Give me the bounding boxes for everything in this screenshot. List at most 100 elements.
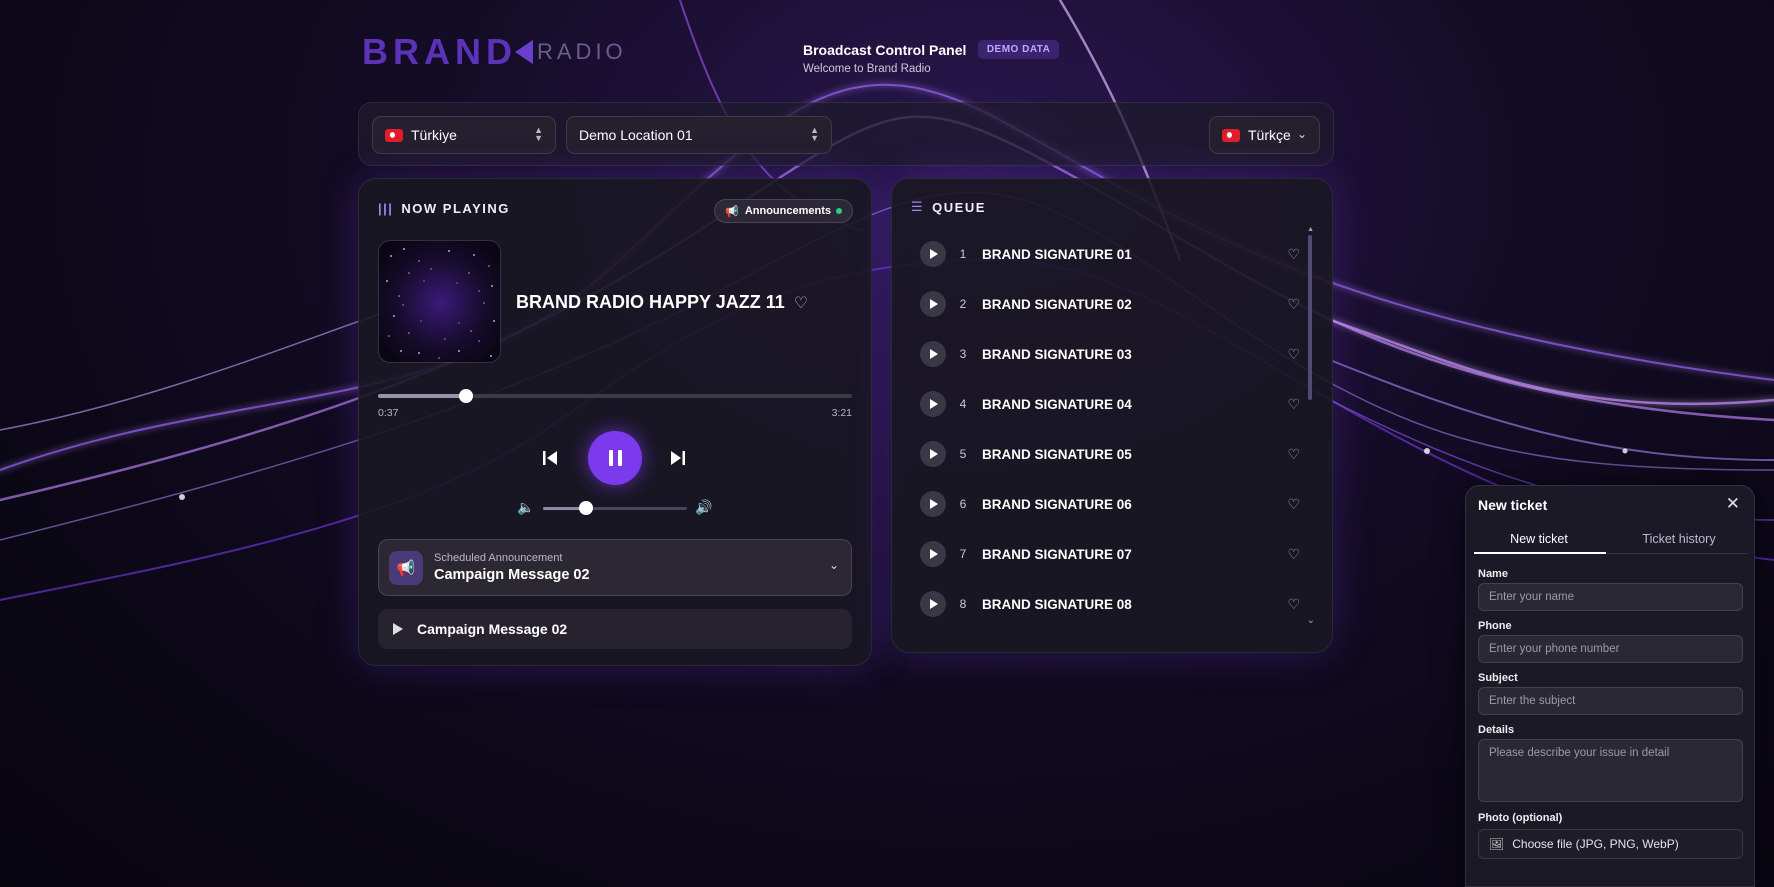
play-button[interactable]: [920, 541, 946, 567]
now-playing-card: ||| NOW PLAYING 📢 Announcements BRAND RA…: [358, 178, 872, 666]
queue-item-name: BRAND SIGNATURE 01: [982, 246, 1132, 262]
image-file-icon: 🖼: [1489, 837, 1505, 851]
track-title-row: BRAND RADIO HAPPY JAZZ 11 ♡: [516, 292, 808, 313]
campaign-message-label: Campaign Message 02: [417, 621, 568, 637]
skip-back-button[interactable]: [541, 449, 559, 472]
queue-row[interactable]: 4 BRAND SIGNATURE 04 ♡: [920, 379, 1300, 429]
heart-icon[interactable]: ♡: [1287, 496, 1300, 513]
subject-input[interactable]: Enter the subject: [1478, 687, 1743, 715]
heart-icon[interactable]: ♡: [1287, 446, 1300, 463]
play-icon: [930, 299, 938, 309]
subject-label: Subject: [1478, 672, 1518, 684]
country-select-value: Türkiye: [411, 127, 457, 143]
play-button[interactable]: [920, 391, 946, 417]
phone-input[interactable]: Enter your phone number: [1478, 635, 1743, 663]
scheduled-announcement-dropdown[interactable]: 📢 Scheduled Announcement Campaign Messag…: [378, 539, 852, 596]
total-duration: 3:21: [831, 407, 852, 419]
queue-item-number: 5: [959, 447, 967, 461]
play-icon: [930, 499, 938, 509]
flag-tr-icon: [1222, 128, 1240, 142]
scheduled-announcement-label: Scheduled Announcement: [434, 552, 563, 564]
queue-row[interactable]: 1 BRAND SIGNATURE 01 ♡: [920, 229, 1300, 279]
skip-forward-button[interactable]: [669, 449, 687, 472]
elapsed-time: 0:37: [378, 407, 399, 419]
country-select[interactable]: Türkiye ▲ ▼: [372, 116, 556, 154]
close-icon[interactable]: ✕: [1726, 494, 1740, 514]
play-button[interactable]: [920, 241, 946, 267]
play-button[interactable]: [920, 291, 946, 317]
details-label: Details: [1478, 724, 1515, 736]
waveform-icon: |||: [378, 201, 394, 216]
campaign-message-item[interactable]: Campaign Message 02: [378, 609, 852, 649]
heart-icon[interactable]: ♡: [1287, 346, 1300, 363]
queue-list-icon: ☰: [911, 199, 925, 214]
play-button[interactable]: [920, 341, 946, 367]
volume-slider[interactable]: [543, 501, 687, 515]
location-select-value: Demo Location 01: [579, 127, 693, 143]
play-button[interactable]: [920, 441, 946, 467]
queue-item-name: BRAND SIGNATURE 03: [982, 346, 1132, 362]
volume-low-icon[interactable]: 🔈: [517, 499, 534, 516]
details-textarea[interactable]: Please describe your issue in detail: [1478, 739, 1743, 802]
phone-label: Phone: [1478, 620, 1512, 632]
queue-row[interactable]: 7 BRAND SIGNATURE 07 ♡: [920, 529, 1300, 579]
favorite-heart-icon[interactable]: ♡: [794, 293, 808, 313]
heart-icon[interactable]: ♡: [1287, 296, 1300, 313]
megaphone-icon: 📢: [725, 205, 739, 218]
queue-row[interactable]: 8 BRAND SIGNATURE 08 ♡: [920, 579, 1300, 629]
volume-high-icon[interactable]: 🔊: [695, 499, 712, 516]
heart-icon[interactable]: ♡: [1287, 246, 1300, 263]
queue-list: 1 BRAND SIGNATURE 01 ♡ 2 BRAND SIGNATURE 02 ♡…: [920, 229, 1300, 629]
announcements-button[interactable]: 📢 Announcements: [714, 199, 853, 223]
queue-item-number: 7: [959, 547, 967, 561]
announcements-label: Announcements: [744, 205, 831, 217]
play-icon: [393, 623, 403, 635]
volume-knob[interactable]: [579, 501, 594, 515]
queue-row[interactable]: 3 BRAND SIGNATURE 03 ♡: [920, 329, 1300, 379]
play-icon: [930, 549, 938, 559]
megaphone-icon: 📢: [389, 551, 423, 585]
scroll-down-icon[interactable]: ⌄: [1307, 615, 1315, 626]
language-select[interactable]: Türkçe ⌄: [1209, 116, 1320, 154]
queue-item-number: 3: [959, 347, 967, 361]
track-title: BRAND RADIO HAPPY JAZZ 11: [516, 292, 785, 312]
name-input[interactable]: Enter your name: [1478, 583, 1743, 611]
pause-button[interactable]: [588, 431, 642, 485]
play-button[interactable]: [920, 491, 946, 517]
logo-radio-text: RADIO: [537, 39, 627, 64]
flag-tr-icon: [385, 128, 403, 142]
location-select[interactable]: Demo Location 01 ▲ ▼: [566, 116, 832, 154]
progress-fill: [378, 394, 466, 398]
play-button[interactable]: [920, 591, 946, 617]
queue-item-number: 1: [959, 247, 967, 261]
updown-chevron-icon: ▲ ▼: [810, 125, 819, 143]
queue-item-number: 2: [959, 297, 967, 311]
queue-item-name: BRAND SIGNATURE 04: [982, 396, 1132, 412]
tab-new-ticket[interactable]: New ticket: [1474, 532, 1604, 546]
album-art: [378, 240, 501, 363]
selector-bar: Türkiye ▲ ▼ Demo Location 01 ▲ ▼ Türkçe ⌄: [358, 102, 1334, 166]
playback-progress-bar[interactable]: [378, 389, 852, 403]
queue-row[interactable]: 5 BRAND SIGNATURE 05 ♡: [920, 429, 1300, 479]
queue-card: ☰ QUEUE 1 BRAND SIGNATURE 01 ♡ 2 BRAND SIGNA…: [891, 178, 1333, 653]
queue-item-number: 8: [959, 597, 967, 611]
heart-icon[interactable]: ♡: [1287, 396, 1300, 413]
heart-icon[interactable]: ♡: [1287, 546, 1300, 563]
queue-scrollbar[interactable]: [1308, 235, 1312, 400]
play-icon: [930, 349, 938, 359]
pause-icon-bar: [617, 450, 622, 466]
queue-item-name: BRAND SIGNATURE 08: [982, 596, 1132, 612]
pause-icon: [608, 450, 613, 466]
chevron-down-icon: ⌄: [1296, 127, 1307, 141]
choose-file-button[interactable]: 🖼 Choose file (JPG, PNG, WebP): [1478, 829, 1743, 859]
progress-knob[interactable]: [458, 389, 473, 403]
chevron-down-icon: ⌄: [828, 558, 839, 572]
status-online-dot: [836, 208, 842, 214]
tab-ticket-history[interactable]: Ticket history: [1614, 532, 1744, 546]
name-label: Name: [1478, 568, 1508, 580]
scroll-up-icon[interactable]: ▲: [1307, 226, 1314, 233]
queue-row[interactable]: 6 BRAND SIGNATURE 06 ♡: [920, 479, 1300, 529]
play-icon: [930, 599, 938, 609]
queue-row[interactable]: 2 BRAND SIGNATURE 02 ♡: [920, 279, 1300, 329]
heart-icon[interactable]: ♡: [1287, 596, 1300, 613]
